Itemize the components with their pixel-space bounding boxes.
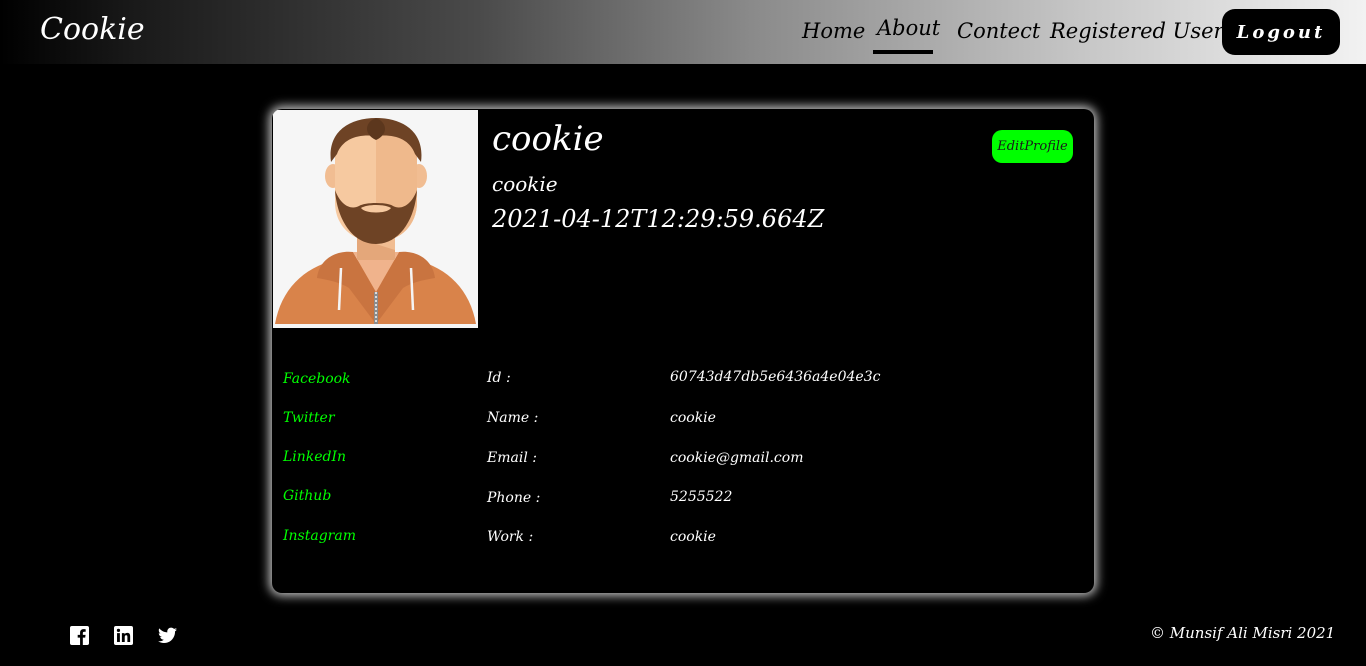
nav-link-contect[interactable]: Contect — [957, 19, 1040, 43]
detail-value-work: cookie — [670, 529, 716, 545]
facebook-icon[interactable] — [70, 626, 89, 645]
social-link-twitter[interactable]: Twitter — [283, 410, 335, 426]
detail-value-phone: 5255522 — [670, 489, 733, 505]
active-nav-indicator — [873, 50, 933, 54]
social-link-github[interactable]: Github — [283, 488, 331, 504]
avatar — [273, 110, 478, 328]
linkedin-icon[interactable] — [114, 626, 133, 645]
profile-name: cookie — [492, 119, 604, 159]
social-link-linkedin[interactable]: LinkedIn — [283, 449, 346, 465]
navbar: Cookie Home About Contect Registered Use… — [0, 0, 1366, 64]
social-link-facebook[interactable]: Facebook — [283, 371, 351, 387]
avatar-illustration — [273, 110, 478, 328]
nav-link-registered-users[interactable]: Registered Users — [1050, 19, 1234, 43]
detail-label-phone: Phone : — [487, 490, 541, 506]
brand-logo[interactable]: Cookie — [40, 12, 145, 47]
twitter-icon[interactable] — [158, 626, 177, 645]
detail-value-id: 60743d47db5e6436a4e04e3c — [670, 369, 881, 385]
detail-label-email: Email : — [487, 450, 537, 466]
profile-work: cookie — [492, 172, 558, 196]
detail-label-work: Work : — [487, 529, 534, 545]
copyright-text: © Munsif Ali Misri 2021 — [1150, 624, 1336, 642]
nav-link-home[interactable]: Home — [802, 19, 865, 43]
social-link-instagram[interactable]: Instagram — [283, 528, 356, 544]
nav-link-about[interactable]: About — [877, 16, 940, 40]
detail-label-name: Name : — [487, 410, 539, 426]
detail-value-email: cookie@gmail.com — [670, 450, 804, 466]
profile-date: 2021-04-12T12:29:59.664Z — [492, 205, 825, 233]
edit-profile-button[interactable]: EditProfile — [992, 130, 1073, 163]
detail-value-name: cookie — [670, 410, 716, 426]
detail-label-id: Id : — [487, 370, 511, 386]
profile-card: cookie cookie 2021-04-12T12:29:59.664Z E… — [272, 109, 1094, 593]
logout-button[interactable]: Logout — [1222, 9, 1340, 55]
